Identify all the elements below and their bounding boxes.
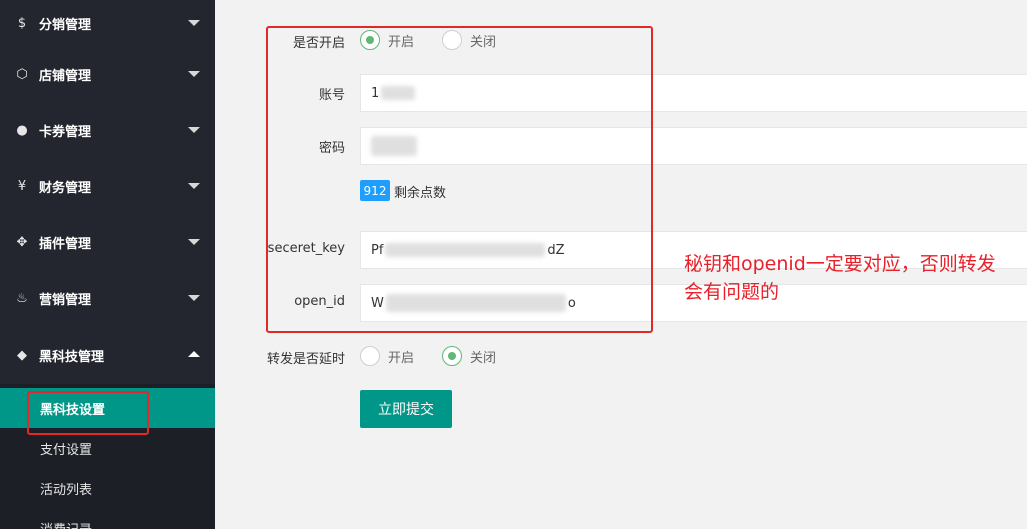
menu-item-finance[interactable]: ¥ 财务管理: [0, 158, 215, 214]
delay-radio-on[interactable]: 开启: [360, 346, 414, 366]
cube-icon: ⬡: [16, 66, 28, 82]
radio-label: 关闭: [470, 350, 497, 366]
yen-icon: ¥: [17, 178, 27, 194]
delay-radio-off[interactable]: 关闭: [442, 346, 496, 366]
caret-down-icon: [188, 295, 200, 301]
coupon-icon: ●: [16, 122, 28, 138]
sidebar: $ 分销管理 ⬡ 店铺管理 ● 卡券管理 ¥ 财务管理 ✥ 插件管理 ♨ 营销管…: [0, 0, 215, 529]
menu-item-blacktech[interactable]: ◆ 黑科技管理: [0, 326, 215, 384]
delay-label: 转发是否延时: [266, 352, 345, 367]
caret-down-icon: [188, 71, 200, 77]
caret-down-icon: [188, 239, 200, 245]
highlight-box-submenu: [27, 391, 149, 435]
menu-item-store[interactable]: ⬡ 店铺管理: [0, 46, 215, 102]
radio-label: 开启: [388, 350, 415, 366]
caret-down-icon: [188, 127, 200, 133]
dollar-icon: $: [17, 15, 27, 31]
plugin-icon: ✥: [16, 234, 28, 250]
annotation-note: 秘钥和openid一定要对应，否则转发会有问题的: [684, 253, 996, 303]
submenu-item-consumption-records[interactable]: 消费记录: [0, 508, 215, 529]
diamond-icon: ◆: [17, 347, 27, 363]
submit-button[interactable]: 立即提交: [360, 390, 452, 428]
submenu-item-activity-list[interactable]: 活动列表: [0, 468, 215, 508]
radio-checked-icon: [442, 346, 462, 366]
menu-item-distribution[interactable]: $ 分销管理: [0, 0, 215, 46]
menu-item-plugin[interactable]: ✥ 插件管理: [0, 214, 215, 270]
caret-up-icon: [188, 351, 200, 357]
caret-down-icon: [188, 183, 200, 189]
radio-unchecked-icon: [360, 346, 380, 366]
caret-down-icon: [188, 20, 200, 26]
menu-item-marketing[interactable]: ♨ 营销管理: [0, 270, 215, 326]
main-content: 是否开启 开启 关闭 账号 1 密码 912 剩余点数 seceret_key …: [215, 0, 1027, 529]
fire-icon: ♨: [16, 290, 28, 306]
highlight-box-form: [266, 26, 653, 333]
menu-item-coupon[interactable]: ● 卡券管理: [0, 102, 215, 158]
